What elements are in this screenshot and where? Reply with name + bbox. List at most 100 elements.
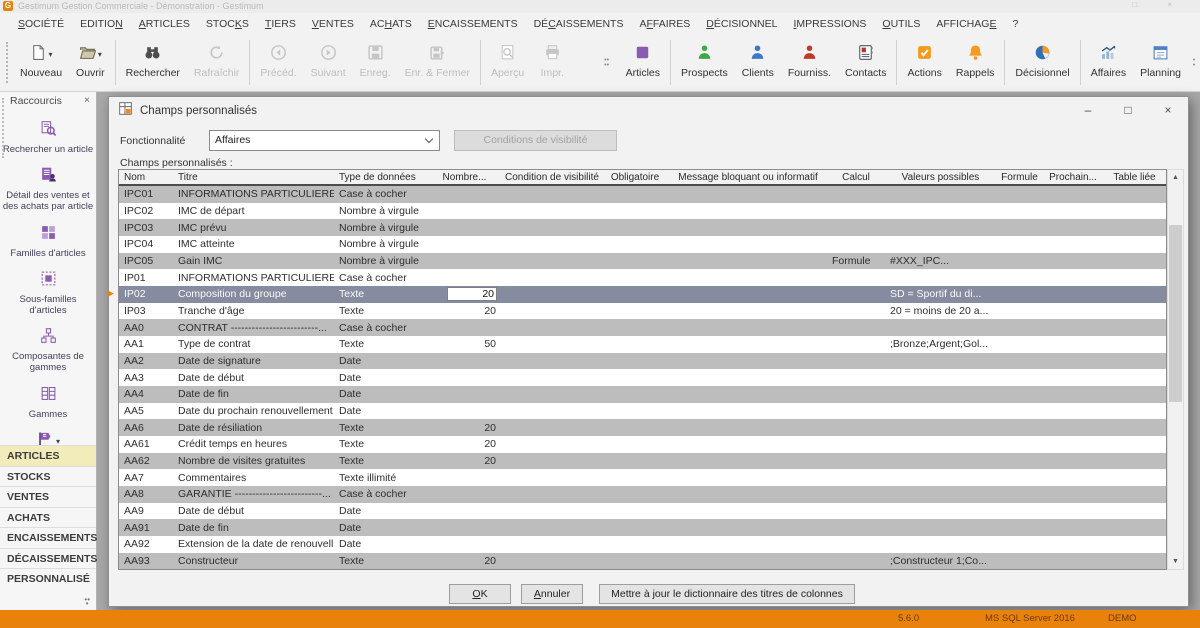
functionality-select[interactable]: Affaires	[209, 130, 440, 151]
toolbar-rappels-button[interactable]: Rappels	[949, 34, 1002, 91]
table-row-aa7[interactable]: AA7CommentairesTexte illimité	[119, 469, 1166, 486]
toolbar-nouveau-button[interactable]: ▾Nouveau	[13, 34, 69, 91]
shortcut-familles-d-articles[interactable]: Familles d'articles	[0, 224, 96, 259]
toolbar-actions-button[interactable]: Actions	[900, 34, 948, 91]
table-row-aa2[interactable]: AA2Date de signatureDate	[119, 353, 1166, 370]
toolbar-overflow-right-icon[interactable]: ••	[1188, 34, 1200, 91]
sidebar-item-ventes[interactable]: VENTES	[0, 486, 96, 507]
table-row-ip02[interactable]: IP02Composition du groupeTexte20SD = Spo…	[119, 286, 1166, 303]
sidebar-item-encaissements[interactable]: ENCAISSEMENTS	[0, 527, 96, 548]
column-header-nombre[interactable]: Nombre...	[426, 170, 503, 184]
scroll-up-icon[interactable]: ▲	[1168, 170, 1183, 185]
table-scrollbar[interactable]: ▲ ▼	[1167, 169, 1184, 570]
toolbar-decisionnel-button[interactable]: Décisionnel	[1008, 34, 1076, 91]
table-row-aa62[interactable]: AA62Nombre de visites gratuitesTexte20	[119, 453, 1166, 470]
shortcut-detail-des-ventes-et[interactable]: Détail des ventes etdes achats par artic…	[0, 166, 96, 212]
column-header-message-bloquant-ou-informatif[interactable]: Message bloquant ou informatif	[669, 170, 827, 184]
column-header-nom[interactable]: Nom	[119, 170, 173, 184]
toolbar-enreg-button[interactable]: Enreg.	[353, 34, 398, 91]
table-row-aa93[interactable]: AA93ConstructeurTexte20;Constructeur 1;C…	[119, 553, 1166, 570]
column-header-table-liee[interactable]: Table liée	[1103, 170, 1166, 184]
toolbar-impr-button[interactable]: Impr.	[531, 34, 573, 91]
menu-help[interactable]: ?	[1004, 18, 1026, 30]
toolbar-prospects-button[interactable]: Prospects	[674, 34, 735, 91]
menu-outils[interactable]: OUTILS	[874, 18, 928, 30]
scroll-thumb[interactable]	[1169, 225, 1182, 402]
sidebar-grip[interactable]	[2, 98, 4, 158]
table-row-ipc01[interactable]: IPC01INFORMATIONS PARTICULIERES ...Case …	[119, 186, 1166, 203]
table-row-aa8[interactable]: AA8GARANTIE -------------------------...…	[119, 486, 1166, 503]
sidebar-item-personnalise[interactable]: PERSONNALISÉ	[0, 568, 96, 589]
scroll-down-icon[interactable]: ▼	[1168, 554, 1183, 569]
sidebar-item-stocks[interactable]: STOCKS	[0, 466, 96, 487]
shortcut-composantes-de[interactable]: Composantes degammes	[0, 327, 96, 373]
menu-societe[interactable]: SOCIÉTÉ	[10, 18, 72, 30]
column-header-obligatoire[interactable]: Obligatoire	[601, 170, 669, 184]
toolbar-articles-button[interactable]: Articles	[619, 34, 667, 91]
visibility-conditions-button[interactable]: Conditions de visibilité	[454, 130, 617, 151]
toolbar-planning-button[interactable]: Planning	[1133, 34, 1188, 91]
menu-articles[interactable]: ARTICLES	[131, 18, 198, 30]
table-row-aa1[interactable]: AA1Type de contratTexte50;Bronze;Argent;…	[119, 336, 1166, 353]
ok-button[interactable]: OK	[449, 584, 511, 604]
table-row-ipc03[interactable]: IPC03IMC prévuNombre à virgule	[119, 219, 1166, 236]
menu-ventes[interactable]: VENTES	[304, 18, 362, 30]
toolbar-apercu-button[interactable]: Aperçu	[484, 34, 531, 91]
cancel-button[interactable]: Annuler	[521, 584, 583, 604]
shortcut-gammes[interactable]: Gammes	[0, 385, 96, 420]
toolbar-fourniss-button[interactable]: Fourniss.	[781, 34, 838, 91]
column-header-condition-de-visibilite[interactable]: Condition de visibilité	[503, 170, 601, 184]
table-row-aa91[interactable]: AA91Date de finDate	[119, 519, 1166, 536]
menu-decisionnel[interactable]: DÉCISIONNEL	[698, 18, 785, 30]
toolbar-rafraichir-button[interactable]: Rafraîchir	[187, 34, 247, 91]
nombre-edit-input[interactable]: 20	[447, 287, 497, 301]
toolbar-enr-fermer-button[interactable]: Enr. & Fermer	[398, 34, 477, 91]
table-row-ipc04[interactable]: IPC04IMC atteinteNombre à virgule	[119, 236, 1166, 253]
column-header-formule[interactable]: Formule	[996, 170, 1043, 184]
shortcut-sous-familles[interactable]: Sous-famillesd'articles	[0, 270, 96, 316]
table-row-aa4[interactable]: AA4Date de finDate	[119, 386, 1166, 403]
toolbar-suivant-button[interactable]: Suivant	[304, 34, 353, 91]
menu-stocks[interactable]: STOCKS	[198, 18, 257, 30]
dialog-maximize-icon[interactable]: □	[1108, 97, 1148, 123]
toolbar-rechercher-button[interactable]: Rechercher	[119, 34, 187, 91]
sidebar-close-icon[interactable]: ×	[84, 95, 90, 106]
sidebar-item-achats[interactable]: ACHATS	[0, 507, 96, 528]
table-row-aa5[interactable]: AA5Date du prochain renouvellementDate	[119, 403, 1166, 420]
table-row-aa6[interactable]: AA6Date de résiliationTexte20	[119, 419, 1166, 436]
table-row-aa9[interactable]: AA9Date de débutDate	[119, 503, 1166, 520]
dropdown-arrow-icon[interactable]: ▾	[98, 50, 102, 59]
toolbar-preced-button[interactable]: Précéd.	[253, 34, 303, 91]
menu-impressions[interactable]: IMPRESSIONS	[785, 18, 874, 30]
window-controls[interactable]: □ ×	[1132, 0, 1186, 9]
sidebar-item-decaissements[interactable]: DÉCAISSEMENTS	[0, 548, 96, 569]
toolbar-grip[interactable]	[6, 42, 9, 83]
menu-encaissements[interactable]: ENCAISSEMENTS	[420, 18, 526, 30]
toolbar-overflow-icon[interactable]: ••••	[601, 34, 613, 91]
dialog-titlebar[interactable]: Champs personnalisés	[109, 97, 1188, 125]
dialog-minimize-icon[interactable]: –	[1068, 97, 1108, 123]
table-row-ip01[interactable]: IP01INFORMATIONS PARTICULIERES ...Case à…	[119, 269, 1166, 286]
sidebar-item-articles[interactable]: ARTICLES	[0, 445, 96, 466]
table-row-ipc02[interactable]: IPC02IMC de départNombre à virgule	[119, 203, 1166, 220]
table-row-aa0[interactable]: AA0CONTRAT -------------------------...C…	[119, 319, 1166, 336]
table-row-ipc05[interactable]: IPC05Gain IMCNombre à virguleFormule#XXX…	[119, 253, 1166, 270]
shortcut-rechercher-un-article[interactable]: Rechercher un article	[0, 120, 96, 155]
menu-affaires[interactable]: AFFAIRES	[631, 18, 698, 30]
toolbar-ouvrir-button[interactable]: ▾Ouvrir	[69, 34, 112, 91]
dialog-close-icon[interactable]: ×	[1148, 97, 1188, 123]
menu-tiers[interactable]: TIERS	[257, 18, 304, 30]
column-header-valeurs-possibles[interactable]: Valeurs possibles	[885, 170, 996, 184]
sidebar-expander-icon[interactable]: •••	[84, 598, 90, 606]
column-header-titre[interactable]: Titre	[173, 170, 334, 184]
table-row-aa61[interactable]: AA61Crédit temps en heuresTexte20	[119, 436, 1166, 453]
toolbar-contacts-button[interactable]: Contacts	[838, 34, 893, 91]
column-header-prochain[interactable]: Prochain...	[1043, 170, 1103, 184]
column-header-calcul[interactable]: Calcul	[827, 170, 885, 184]
toolbar-clients-button[interactable]: Clients	[735, 34, 781, 91]
toolbar-affaires-button[interactable]: Affaires	[1084, 34, 1133, 91]
table-row-aa92[interactable]: AA92Extension de la date de renouvell...…	[119, 536, 1166, 553]
table-row-aa3[interactable]: AA3Date de débutDate	[119, 369, 1166, 386]
menu-affichage[interactable]: AFFICHAGE	[928, 18, 1004, 30]
update-dictionary-button[interactable]: Mettre à jour le dictionnaire des titres…	[599, 584, 855, 604]
